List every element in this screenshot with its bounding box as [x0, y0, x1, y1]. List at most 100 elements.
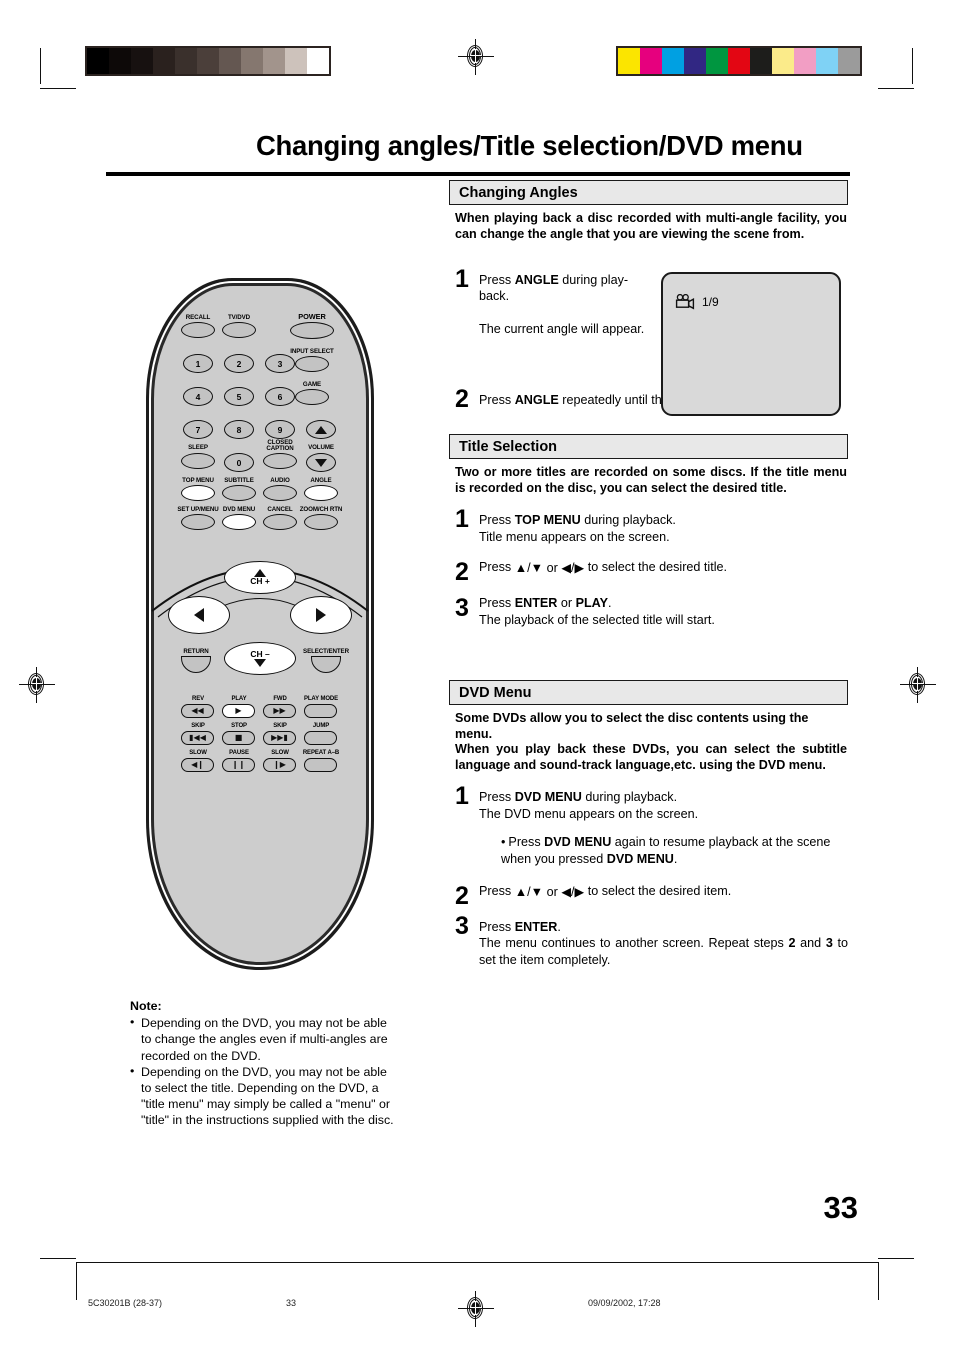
remote-button-slow-fwd[interactable]: ❙▶	[263, 758, 296, 772]
remote-label-play: PLAY	[231, 696, 247, 702]
remote-button-tvdvd[interactable]	[222, 322, 256, 338]
remote-button-ch-down[interactable]: CH –	[224, 642, 296, 675]
grayscale-swatch	[197, 48, 219, 74]
step-key-name: TOP MENU	[514, 513, 581, 528]
remote-button-sleep[interactable]	[181, 453, 215, 469]
remote-button-7[interactable]: 7	[183, 420, 213, 439]
remote-button-repeat-ab[interactable]	[304, 758, 337, 772]
remote-button-3[interactable]: 3	[265, 354, 295, 373]
bullet-text-pre: Press	[508, 835, 545, 850]
remote-label-ch-down: CH –	[250, 649, 270, 659]
step-key-name-2: PLAY	[575, 596, 609, 611]
step-number: 3	[455, 912, 469, 940]
remote-button-skip-fwd[interactable]: ▶▶▮	[263, 731, 296, 745]
step-text: Press ENTER or PLAY. The playback of the…	[479, 595, 848, 628]
step-number: 1	[455, 505, 469, 534]
remote-label-skip-back: SKIP	[191, 723, 205, 729]
remote-button-6[interactable]: 6	[265, 387, 295, 406]
crop-mark-bottom-right-h	[878, 1258, 914, 1259]
remote-button-rev[interactable]: ◀◀	[181, 704, 214, 718]
remote-button-closed-caption[interactable]	[263, 453, 297, 469]
remote-button-input-select[interactable]	[295, 356, 329, 372]
step-number: 3	[455, 594, 469, 623]
remote-button-subtitle[interactable]	[222, 485, 256, 501]
remote-button-4[interactable]: 4	[183, 387, 213, 406]
remote-button-angle[interactable]	[304, 485, 338, 501]
page-title: Changing angles/Title selection/DVD menu	[256, 130, 803, 161]
remote-button-1[interactable]: 1	[183, 354, 213, 373]
step-changing-angles-1-number: 1	[455, 265, 469, 293]
step-subtext: The DVD menu appears on the screen.	[479, 806, 699, 821]
remote-button-0[interactable]: 0	[224, 453, 254, 472]
remote-button-cancel[interactable]	[263, 514, 297, 530]
remote-button-top-menu[interactable]	[181, 485, 215, 501]
crop-mark-top-right	[912, 48, 913, 84]
remote-key-label: 4	[195, 391, 201, 402]
remote-button-play-mode[interactable]	[304, 704, 337, 718]
triangle-right-icon	[316, 608, 326, 622]
remote-button-slow-back[interactable]: ◀❙	[181, 758, 214, 772]
remote-button-recall[interactable]	[181, 322, 215, 338]
step-subtext-bold-1: 2	[788, 936, 796, 951]
play-icon: ▶	[235, 706, 242, 715]
remote-label-stop: STOP	[231, 723, 247, 729]
grayscale-swatch	[87, 48, 109, 74]
color-swatch	[618, 48, 640, 74]
step-text: Press TOP MENU during playback. Title me…	[479, 512, 848, 545]
remote-label-slow-fwd: SLOW	[271, 750, 289, 756]
color-swatch	[794, 48, 816, 74]
remote-button-8[interactable]: 8	[224, 420, 254, 439]
bullet-text-post: .	[673, 851, 678, 866]
slow-forward-icon: ❙▶	[273, 760, 286, 769]
remote-button-setup-menu[interactable]	[181, 514, 215, 530]
remote-button-power[interactable]	[290, 322, 334, 339]
remote-key-label: 8	[236, 424, 242, 435]
remote-label-sleep: SLEEP	[188, 444, 208, 451]
remote-button-fwd[interactable]: ▶▶	[263, 704, 296, 718]
step-text: Press ▲/▼ or ◀/▶ to select the desired t…	[479, 559, 848, 576]
remote-button-volume-up[interactable]	[306, 420, 336, 439]
registration-mark-bottom	[458, 1291, 494, 1327]
remote-button-audio[interactable]	[263, 485, 297, 501]
grayscale-swatch	[131, 48, 153, 74]
remote-button-game[interactable]	[295, 389, 329, 405]
bullet-key-name: DVD MENU	[544, 835, 612, 850]
registration-mark-right	[900, 667, 936, 703]
remote-label-dvd-menu: DVD MENU	[222, 506, 256, 513]
step-text: Press ANGLE during play-back.	[479, 272, 647, 305]
osd-angle-value: 1/9	[702, 295, 719, 309]
remote-button-skip-back[interactable]: ▮◀◀	[181, 731, 214, 745]
grayscale-swatch	[219, 48, 241, 74]
remote-button-volume-down[interactable]	[306, 453, 336, 472]
step-dvd-menu-1-bullet: • Press DVD MENU again to resume playback…	[479, 834, 848, 867]
remote-label-audio: AUDIO	[270, 477, 290, 484]
remote-button-stop[interactable]: ■	[222, 731, 255, 745]
step-text-post: during playback.	[580, 513, 676, 528]
color-swatch	[728, 48, 750, 74]
step-number: 2	[455, 385, 469, 414]
remote-button-pause[interactable]: ❙❙	[222, 758, 255, 772]
step-text-post: during playback.	[581, 790, 678, 805]
remote-label-recall: RECALL	[185, 314, 211, 321]
bullet-icon: •	[501, 835, 506, 850]
remote-key-label: 6	[277, 391, 283, 402]
color-swatch	[640, 48, 662, 74]
remote-button-left[interactable]	[168, 596, 230, 634]
remote-button-dvd-menu[interactable]	[222, 514, 256, 530]
remote-button-9[interactable]: 9	[265, 420, 295, 439]
step-title-selection-2: 2 Press ▲/▼ or ◀/▶ to select the desired…	[449, 559, 848, 585]
remote-label-return: RETURN	[183, 648, 209, 655]
grayscale-swatch	[175, 48, 197, 74]
remote-button-zoom-ch-rtn[interactable]	[304, 514, 338, 530]
remote-button-2[interactable]: 2	[224, 354, 254, 373]
remote-button-right[interactable]	[290, 596, 352, 634]
step-dvd-menu-3: 3 Press ENTER. The menu continues to ano…	[449, 913, 848, 968]
remote-button-5[interactable]: 5	[224, 387, 254, 406]
section-intro-changing-angles: When playing back a disc recorded with m…	[455, 211, 847, 241]
remote-button-jump[interactable]	[304, 731, 337, 745]
remote-label-subtitle: SUBTITLE	[224, 477, 254, 484]
step-text-pre: Press	[479, 920, 515, 934]
remote-button-ch-up[interactable]: CH +	[224, 561, 296, 594]
step-text-post: .	[608, 596, 612, 611]
remote-button-play[interactable]: ▶	[222, 704, 255, 718]
